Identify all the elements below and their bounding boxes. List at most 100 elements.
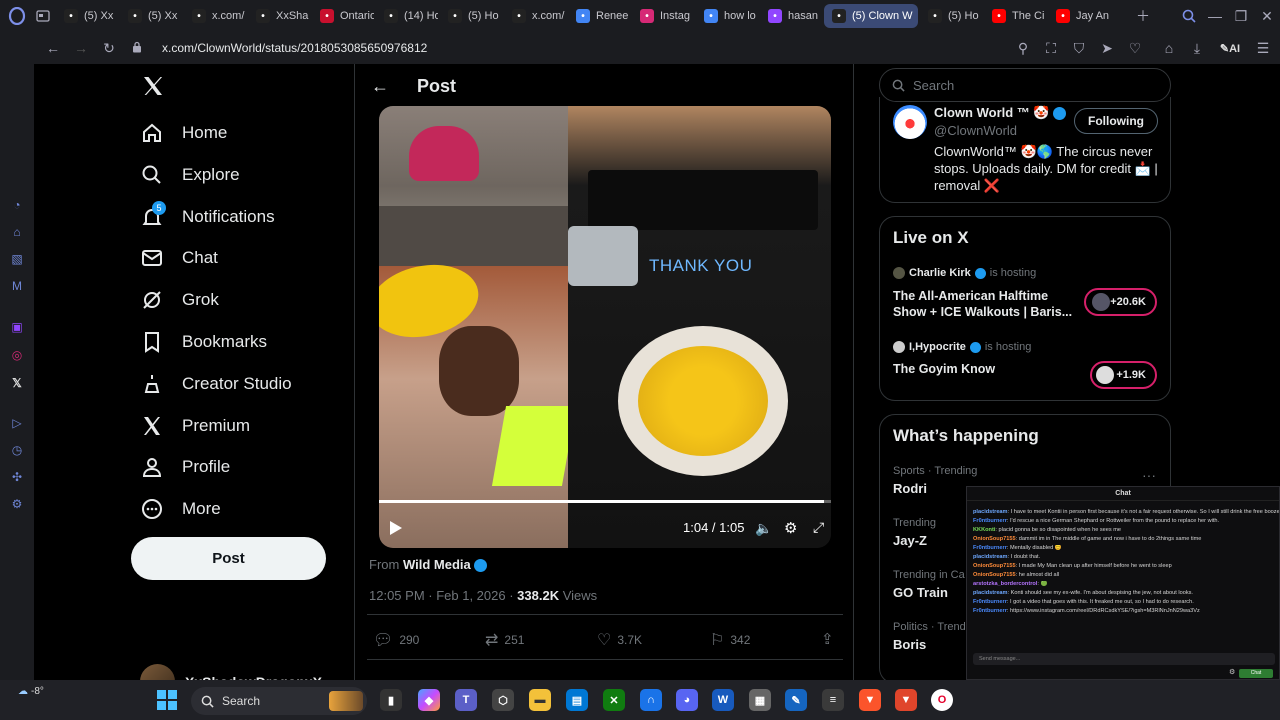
share-icon[interactable]: ⇪	[821, 630, 834, 648]
fullscreen-icon[interactable]: ⤢	[813, 519, 824, 536]
discord-icon[interactable]: ◕	[676, 689, 698, 711]
opera-taskbar-icon[interactable]: O	[931, 689, 953, 711]
aria-icon[interactable]: ◔	[9, 197, 25, 213]
pin-icon[interactable]: ⚲	[1014, 40, 1032, 57]
chat-username[interactable]: placidstream	[973, 554, 1008, 560]
start-icon[interactable]	[157, 690, 177, 715]
following-button[interactable]: Following	[1074, 108, 1158, 134]
workspace-icon[interactable]: ⌂	[9, 224, 25, 240]
profile-avatar[interactable]	[893, 105, 927, 139]
shield-icon[interactable]: ⛉	[1070, 40, 1088, 57]
browser-tab[interactable]: • (5) Ho	[920, 4, 982, 28]
history-icon[interactable]: ◷	[9, 442, 25, 458]
brave-icon[interactable]: ▼	[859, 689, 881, 711]
instagram-icon[interactable]: ◎	[9, 347, 25, 363]
chat-username[interactable]: KKKonti	[973, 527, 995, 533]
browser-tab[interactable]: • The Ci	[984, 4, 1046, 28]
repost-button[interactable]: ⇄ 251	[485, 630, 524, 650]
trend-topic[interactable]: GO Train	[893, 585, 948, 600]
trend-topic[interactable]: Boris	[893, 637, 926, 652]
live-listeners-pill[interactable]: +20.6K	[1084, 288, 1157, 316]
forward-icon[interactable]: →	[72, 40, 90, 56]
player-icon[interactable]: ▷	[9, 415, 25, 431]
video-player[interactable]: THANK YOU 1:04 / 1:05 🔈 ⚙ ⤢	[379, 106, 831, 548]
editor-app-icon[interactable]: ✎	[785, 689, 807, 711]
chat-username[interactable]: Fr0ntburnerr	[973, 545, 1007, 551]
snapshot-icon[interactable]: ⛶	[1042, 40, 1060, 57]
search-input[interactable]: Search	[913, 78, 954, 93]
chat-username[interactable]: arstotzka_bordercontrol	[973, 581, 1037, 587]
notepad-icon[interactable]: ≡	[822, 689, 844, 711]
copilot-icon[interactable]: ◆	[418, 689, 440, 711]
browser-tab[interactable]: • how lo	[696, 4, 758, 28]
browser-tab[interactable]: • x.com/	[184, 4, 246, 28]
arc-icon[interactable]: ∩	[640, 689, 662, 711]
bookmark-button[interactable]: ⚐ 342	[710, 630, 750, 650]
browser-tab[interactable]: • (5) Ho	[440, 4, 502, 28]
tab-overview-icon[interactable]	[30, 3, 56, 29]
profile-name[interactable]: Clown World ™ 🤡	[934, 105, 1067, 121]
trend-topic[interactable]: Rodri	[893, 481, 927, 496]
live-host-row[interactable]: I,Hypocrite is hosting	[893, 341, 1031, 353]
nav-item-profile[interactable]: Profile	[140, 447, 230, 487]
progress-track[interactable]	[379, 500, 831, 503]
reply-button[interactable]: 💬︎ 290	[373, 630, 419, 650]
chat-username[interactable]: Fr0ntburnerr	[973, 608, 1007, 614]
nav-item-chat[interactable]: Chat	[140, 238, 218, 278]
store-icon[interactable]: ▤	[566, 689, 588, 711]
live-host-row[interactable]: Charlie Kirk is hosting	[893, 267, 1036, 279]
chat-username[interactable]: OnionSoup7155	[973, 572, 1016, 578]
post-date[interactable]: 12:05 PM · Feb 1, 2026 ·	[369, 588, 514, 603]
send-icon[interactable]: ➤	[1098, 40, 1116, 57]
live-listeners-pill[interactable]: +1.9K	[1090, 361, 1157, 389]
nav-item-notifications[interactable]: 5 Notifications	[140, 197, 275, 237]
nav-item-premium[interactable]: Premium	[140, 406, 250, 446]
x-app-icon[interactable]: 𝕏	[9, 375, 25, 391]
chat-username[interactable]: Fr0ntburnerr	[973, 599, 1007, 605]
chat-username[interactable]: Fr0ntburnerr	[973, 518, 1007, 524]
search-tabs-icon[interactable]	[1176, 3, 1202, 29]
chat-username[interactable]: OnionSoup7155	[973, 536, 1016, 542]
opera-logo-icon[interactable]	[4, 3, 30, 29]
new-tab-icon[interactable]: ＋	[1130, 3, 1156, 29]
browser-tab[interactable]: • x.com/	[504, 4, 566, 28]
volume-icon[interactable]: 🔈	[755, 520, 772, 537]
chat-settings-icon[interactable]: ⚙	[1229, 668, 1235, 676]
url-text[interactable]: x.com/ClownWorld/status/2018053085650976…	[162, 41, 1004, 55]
x-logo-icon[interactable]	[141, 74, 165, 103]
minimize-icon[interactable]: —	[1202, 3, 1228, 29]
photo-app-icon[interactable]: ▦	[749, 689, 771, 711]
live-stream-title[interactable]: The All-American Halftime Show + ICE Wal…	[893, 288, 1073, 320]
settings-gear-icon[interactable]: ⚙	[784, 519, 797, 537]
chat-messages[interactable]: placidstream: I have to meet Kontii in p…	[967, 501, 1279, 651]
nav-item-explore[interactable]: Explore	[140, 155, 240, 195]
chat-send-button[interactable]: Chat	[1239, 669, 1273, 678]
weather-widget[interactable]: ☁ -8°	[18, 686, 44, 697]
wallet-icon[interactable]: ⌂	[1160, 40, 1178, 56]
maximize-icon[interactable]: ❐	[1228, 3, 1254, 29]
heart-icon[interactable]: ♡	[1126, 40, 1144, 57]
task-view-icon[interactable]: ▮	[380, 689, 402, 711]
like-button[interactable]: ♡ 3.7K	[597, 630, 642, 650]
browser-tab[interactable]: • Jay An	[1048, 4, 1110, 28]
settings-icon[interactable]: ⚙	[9, 496, 25, 512]
browser-tab[interactable]: • Renee	[568, 4, 630, 28]
pinboard-icon[interactable]: ▧	[9, 251, 25, 267]
source-name[interactable]: Wild Media	[403, 557, 471, 572]
twitch-icon[interactable]: ▣	[9, 319, 25, 335]
back-arrow-icon[interactable]: ←	[371, 76, 389, 97]
browser-tab[interactable]: • (5) Clown W	[824, 4, 918, 28]
teams-icon[interactable]: T	[455, 689, 477, 711]
nav-item-grok[interactable]: Grok	[140, 280, 219, 320]
close-icon[interactable]: ✕	[1254, 3, 1280, 29]
taskbar-search[interactable]: Search	[191, 687, 367, 715]
nav-item-bookmarks[interactable]: Bookmarks	[140, 322, 267, 362]
word-icon[interactable]: W	[712, 689, 734, 711]
browser-tab[interactable]: • Ontario	[312, 4, 374, 28]
play-icon[interactable]	[389, 520, 403, 541]
app-cube-icon[interactable]: ⬡	[492, 689, 514, 711]
more-options-icon[interactable]: ···	[1142, 467, 1156, 483]
browser-tab[interactable]: • (5) Xx	[120, 4, 182, 28]
nav-item-creator-studio[interactable]: Creator Studio	[140, 364, 292, 404]
browser-tab[interactable]: • hasan	[760, 4, 822, 28]
